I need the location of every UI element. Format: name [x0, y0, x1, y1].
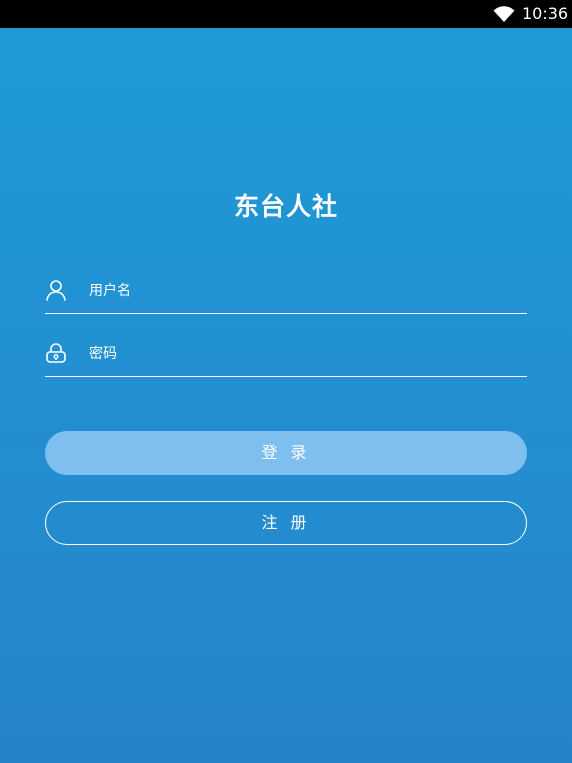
lock-icon [46, 343, 66, 363]
register-button[interactable]: 注 册 [45, 501, 527, 545]
status-bar: 10:36 [0, 0, 572, 28]
password-field[interactable] [45, 336, 527, 377]
username-input[interactable] [89, 279, 509, 303]
login-screen: 10:36 东台人社 登 录 注 册 [0, 0, 572, 763]
username-field[interactable] [45, 273, 527, 314]
status-time: 10:36 [522, 4, 569, 23]
user-icon [46, 280, 66, 301]
login-button[interactable]: 登 录 [45, 431, 527, 475]
password-input[interactable] [89, 342, 509, 366]
app-title: 东台人社 [233, 192, 338, 221]
wifi-icon [493, 6, 515, 22]
